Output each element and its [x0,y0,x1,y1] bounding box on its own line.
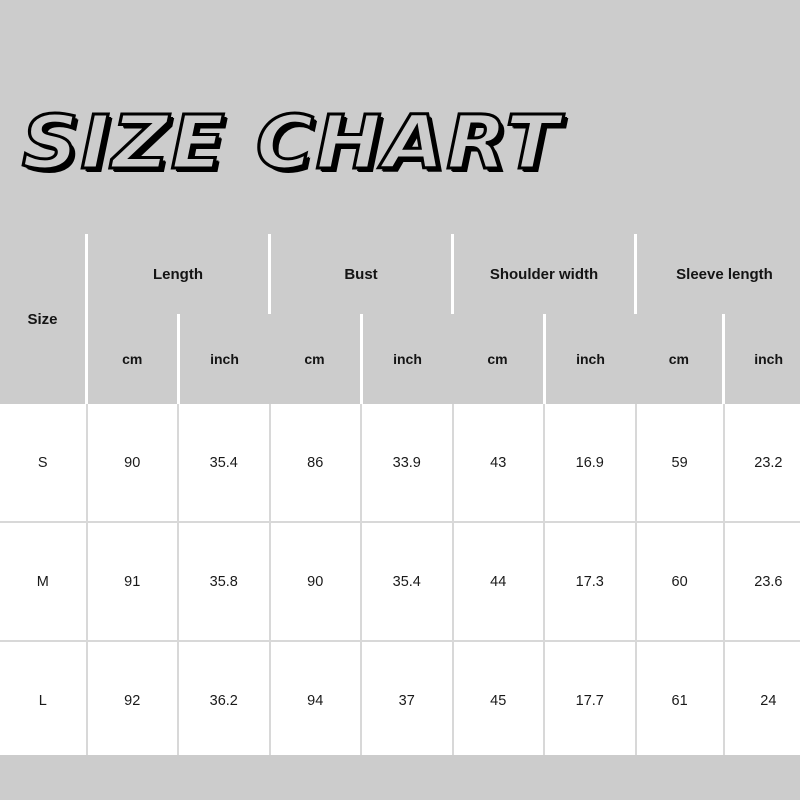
cell-sleeve-length-inch: 23.6 [722,522,800,642]
column-header-length-inch: inch [176,314,270,404]
cell-bust-inch: 35.4 [360,522,453,642]
column-group-header-bust: Bust [268,234,453,314]
column-header-shoulder-width-cm: cm [452,314,544,404]
table-row: M 91 35.8 90 35.4 44 17.3 60 23.6 [0,522,800,642]
column-header-bust-cm: cm [269,314,361,404]
cell-shoulder-width-cm: 45 [451,641,544,759]
size-chart-table: Size Length Bust Shoulder width Sleeve l… [0,234,800,759]
cell-sleeve-length-cm: 60 [634,522,724,642]
cell-shoulder-width-cm: 44 [451,522,544,642]
cell-length-inch: 35.4 [177,404,270,523]
page-title: SIZE CHART [20,99,561,188]
cell-bust-cm: 90 [268,522,361,642]
column-group-header-sleeve-length: Sleeve length [634,234,800,314]
bottom-spacer [0,755,800,800]
cell-sleeve-length-cm: 59 [634,404,724,523]
cell-sleeve-length-inch: 23.2 [722,404,800,523]
column-header-size: Size [0,234,88,404]
cell-length-inch: 35.8 [177,522,270,642]
cell-shoulder-width-cm: 43 [451,404,544,523]
column-group-header-shoulder-width: Shoulder width [451,234,636,314]
column-header-shoulder-width-inch: inch [542,314,636,404]
table-header: Size Length Bust Shoulder width Sleeve l… [0,234,800,404]
cell-size: S [0,404,87,523]
cell-bust-cm: 94 [268,641,361,759]
cell-length-cm: 91 [85,522,178,642]
page-title-block: SIZE CHART [0,99,800,294]
table-row: L 92 36.2 94 37 45 17.7 61 24 [0,641,800,759]
column-header-sleeve-length-inch: inch [722,314,800,404]
cell-bust-inch: 33.9 [360,404,453,523]
cell-shoulder-width-inch: 17.7 [543,641,636,759]
cell-size: L [0,641,87,759]
table-body: S 90 35.4 86 33.9 43 16.9 59 23.2 M 91 3… [0,404,800,759]
header-group-row: Size Length Bust Shoulder width Sleeve l… [0,234,800,404]
cell-sleeve-length-inch: 24 [722,641,800,759]
cell-length-inch: 36.2 [177,641,270,759]
cell-bust-cm: 86 [268,404,361,523]
cell-bust-inch: 37 [360,641,453,759]
cell-size: M [0,522,87,642]
cell-sleeve-length-cm: 61 [634,641,724,759]
column-header-length-cm: cm [86,314,178,404]
header-unit-row: cm inch cm inch cm inch cm inch [0,314,800,404]
cell-length-cm: 92 [85,641,178,759]
column-header-bust-inch: inch [359,314,453,404]
cell-shoulder-width-inch: 17.3 [543,522,636,642]
table-row: S 90 35.4 86 33.9 43 16.9 59 23.2 [0,404,800,523]
column-header-sleeve-length-cm: cm [635,314,724,404]
column-group-header-length: Length [85,234,270,314]
cell-shoulder-width-inch: 16.9 [543,404,636,523]
cell-length-cm: 90 [85,404,178,523]
